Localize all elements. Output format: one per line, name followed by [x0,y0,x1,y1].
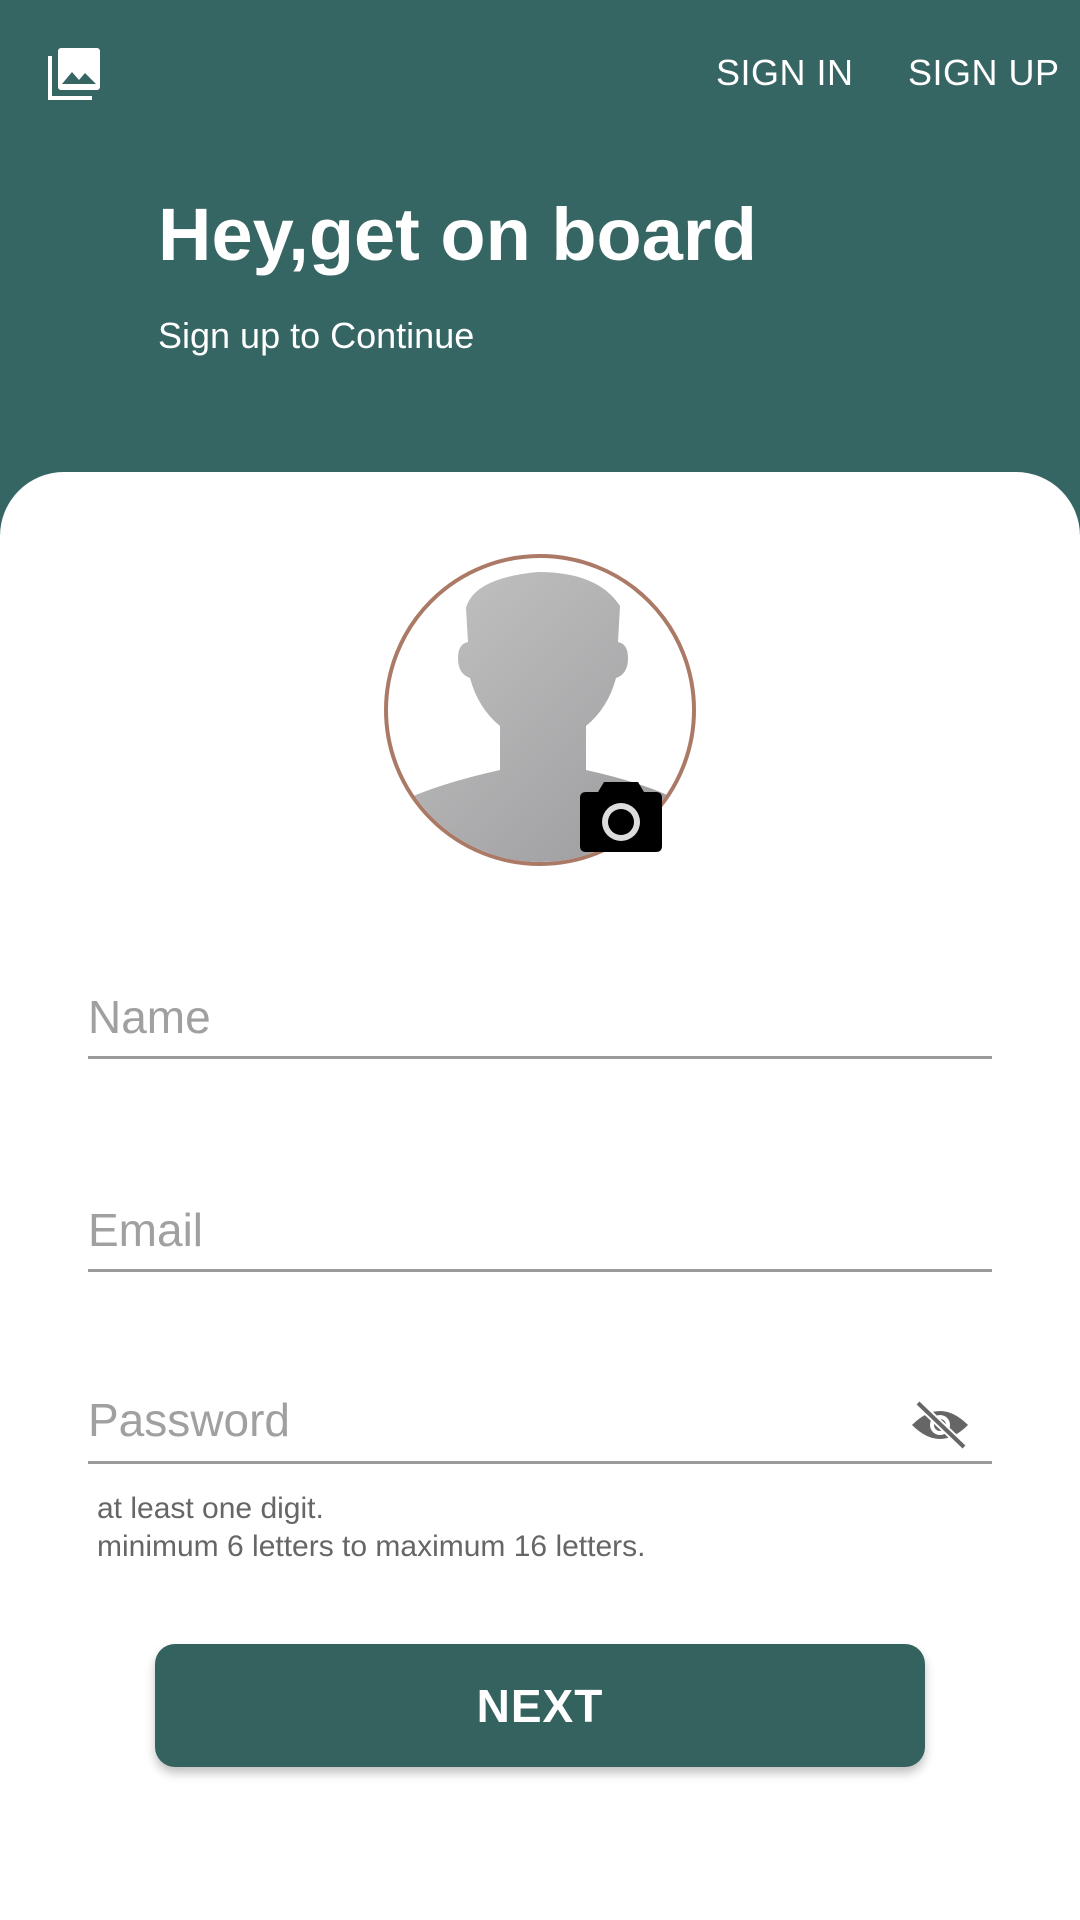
sign-in-link[interactable]: SIGN IN [716,52,854,94]
camera-icon[interactable] [578,778,664,854]
password-input[interactable] [88,1393,908,1447]
name-field[interactable] [88,990,992,1059]
eye-off-icon[interactable] [910,1399,970,1451]
page-title: Hey,get on board [158,193,757,276]
sign-up-link[interactable]: SIGN UP [908,52,1060,94]
email-field[interactable] [88,1203,992,1272]
email-input[interactable] [88,1203,908,1257]
password-hint: at least one digit. [97,1492,324,1525]
page-subtitle: Sign up to Continue [158,315,475,356]
photo-library-icon[interactable] [44,44,104,104]
next-button[interactable]: NEXT [155,1644,925,1767]
name-input[interactable] [88,990,908,1044]
password-field[interactable] [88,1393,992,1464]
password-hint: minimum 6 letters to maximum 16 letters. [97,1530,646,1563]
